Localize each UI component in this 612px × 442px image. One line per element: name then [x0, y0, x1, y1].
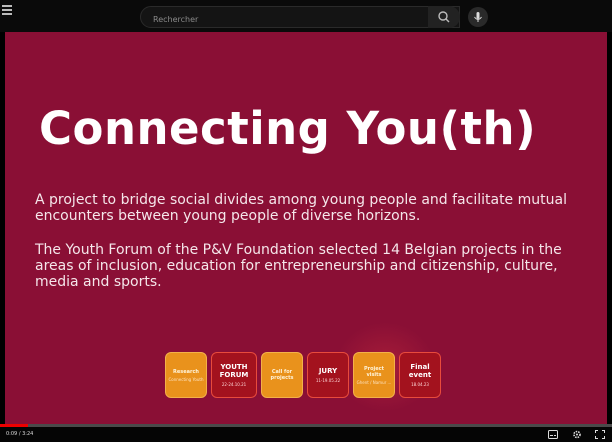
microphone-icon	[474, 12, 482, 22]
timeline-step-date: 18.04.23	[411, 382, 429, 387]
timeline-step-title: Project visits	[363, 365, 385, 378]
slide-paragraph-forum: The Youth Forum of the P&V Foundation se…	[35, 242, 562, 290]
menu-icon[interactable]	[2, 5, 12, 15]
video-frame[interactable]: Connecting You(th) A project to bridge s…	[5, 32, 607, 424]
top-bar	[0, 0, 612, 32]
player-controls: 0:09 / 3:24	[0, 424, 612, 442]
timeline-step-title: Research	[173, 368, 199, 375]
search-icon	[438, 11, 450, 23]
timeline-step-title: Final event	[408, 363, 432, 379]
timeline-step-subtitle: Connecting Youth	[168, 376, 204, 382]
settings-icon[interactable]	[572, 430, 582, 439]
timeline-step-project-visits: Project visits Ghent / Namur ...	[353, 352, 395, 398]
timeline-step-subtitle: Ghent / Namur ...	[356, 379, 392, 385]
search-input[interactable]	[141, 9, 431, 30]
progress-fill	[0, 424, 28, 427]
timeline-step-title: Call for projects	[270, 369, 294, 381]
slide-title: Connecting You(th)	[39, 102, 537, 155]
timeline-step-call-for-projects: Call for projects	[261, 352, 303, 398]
progress-bar[interactable]	[0, 424, 612, 427]
slide-paragraph-intro: A project to bridge social divides among…	[35, 192, 567, 224]
timeline-step-title: JURY	[318, 367, 338, 375]
timeline-step-date: 11-19.05.22	[315, 378, 341, 383]
search-box[interactable]	[140, 6, 460, 30]
fullscreen-icon[interactable]	[595, 430, 605, 439]
microphone-button[interactable]	[468, 7, 488, 27]
timeline-step-research: Research Connecting Youth	[165, 352, 207, 398]
timeline-step-jury: JURY 11-19.05.22	[307, 352, 349, 398]
subtitles-icon[interactable]	[548, 430, 558, 439]
time-display: 0:09 / 3:24	[6, 431, 34, 437]
timeline-step-title: YOUTH FORUM	[219, 363, 249, 379]
timeline-step-youth-forum: YOUTH FORUM 22-24.10.21	[211, 352, 257, 398]
search-button[interactable]	[428, 6, 460, 28]
timeline-step-final-event: Final event 18.04.23	[399, 352, 441, 398]
timeline-step-date: 22-24.10.21	[221, 382, 247, 387]
